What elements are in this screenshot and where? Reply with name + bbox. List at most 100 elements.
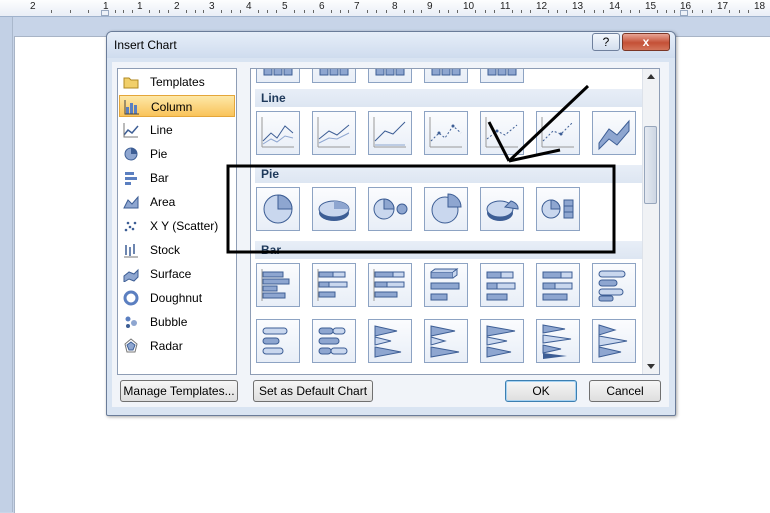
column-chart-option[interactable] bbox=[312, 69, 356, 83]
bar-chart-option[interactable] bbox=[536, 319, 580, 363]
column-chart-option[interactable] bbox=[480, 69, 524, 83]
ruler-tick bbox=[131, 10, 133, 13]
chart-type-area[interactable]: Area bbox=[119, 191, 235, 213]
line-chart-option[interactable] bbox=[536, 111, 580, 155]
column-chart-option[interactable] bbox=[368, 69, 412, 83]
ruler-tick bbox=[602, 10, 604, 13]
help-icon: ? bbox=[602, 35, 610, 49]
section-header-line: Line bbox=[255, 89, 642, 107]
ruler-tick bbox=[521, 10, 522, 13]
bar-chart-option[interactable] bbox=[424, 263, 468, 307]
bar-chart-option-icon bbox=[430, 268, 460, 301]
bar-chart-option[interactable] bbox=[256, 263, 300, 307]
ruler-tick bbox=[747, 10, 749, 13]
doughnut-chart-icon bbox=[123, 290, 139, 306]
chart-type-bubble[interactable]: Bubble bbox=[119, 311, 235, 333]
line-chart-option[interactable] bbox=[480, 111, 524, 155]
scroll-up-icon[interactable] bbox=[647, 74, 655, 79]
chart-type-x-y-scatter[interactable]: X Y (Scatter) bbox=[119, 215, 235, 237]
help-button[interactable]: ? bbox=[592, 33, 620, 51]
ruler-tick bbox=[692, 10, 694, 13]
ruler-tick bbox=[330, 10, 332, 13]
section-title: Line bbox=[261, 91, 286, 105]
column-chart-option-icon bbox=[375, 69, 405, 76]
section-header-pie: Pie bbox=[255, 165, 642, 183]
bar-chart-option[interactable] bbox=[536, 263, 580, 307]
pie-chart-option[interactable] bbox=[312, 187, 356, 231]
gallery-scrollbar[interactable] bbox=[642, 69, 659, 374]
chart-type-label: Bubble bbox=[150, 315, 188, 329]
bar-chart-option-icon bbox=[542, 271, 573, 301]
chart-type-label: Radar bbox=[150, 339, 183, 353]
bubble-chart-icon bbox=[125, 316, 137, 328]
chart-type-templates[interactable]: Templates bbox=[119, 71, 235, 93]
ruler-tick bbox=[530, 10, 531, 13]
pie-chart-option[interactable] bbox=[480, 187, 524, 231]
ruler-tick bbox=[493, 10, 495, 13]
pie-chart-option[interactable] bbox=[256, 187, 300, 231]
bar-chart-option[interactable] bbox=[480, 263, 524, 307]
pie-chart-option[interactable] bbox=[536, 187, 580, 231]
ruler-tick bbox=[448, 10, 449, 13]
bar-chart-option[interactable] bbox=[480, 319, 524, 363]
bar-chart-option-icon bbox=[598, 270, 626, 302]
bar-chart-option-icon bbox=[598, 324, 628, 358]
ruler-tick bbox=[376, 10, 377, 13]
bar-chart-option-icon bbox=[317, 269, 348, 301]
scroll-thumb[interactable] bbox=[644, 126, 657, 204]
manage-templates-button[interactable]: Manage Templates... bbox=[120, 380, 238, 402]
ruler-tick bbox=[194, 10, 196, 13]
pie-chart-option-icon bbox=[486, 200, 519, 221]
chart-type-label: Line bbox=[150, 123, 173, 137]
bar-chart-option-icon bbox=[542, 324, 572, 359]
bar-chart-option[interactable] bbox=[424, 319, 468, 363]
line-chart-option-icon bbox=[485, 117, 518, 148]
ruler-number: 11 bbox=[500, 1, 511, 12]
set-default-chart-button[interactable]: Set as Default Chart bbox=[253, 380, 373, 402]
chart-type-line[interactable]: Line bbox=[119, 119, 235, 141]
line-chart-option[interactable] bbox=[368, 111, 412, 155]
bar-chart-option[interactable] bbox=[312, 263, 356, 307]
ruler-tick bbox=[114, 10, 116, 13]
chart-type-radar[interactable]: Radar bbox=[119, 335, 235, 357]
bar-chart-option[interactable] bbox=[256, 319, 300, 363]
cancel-button[interactable]: Cancel bbox=[589, 380, 661, 402]
bar-chart-option[interactable] bbox=[312, 319, 356, 363]
ruler-tick bbox=[710, 10, 712, 13]
column-chart-option[interactable] bbox=[256, 69, 300, 83]
ruler-tick bbox=[566, 10, 567, 13]
chart-type-bar[interactable]: Bar bbox=[119, 167, 235, 189]
bar-chart-option[interactable] bbox=[368, 319, 412, 363]
close-icon: x bbox=[642, 35, 650, 49]
ok-button[interactable]: OK bbox=[505, 380, 577, 402]
scroll-down-icon[interactable] bbox=[647, 364, 655, 369]
chart-type-stock[interactable]: Stock bbox=[119, 239, 235, 261]
chart-type-doughnut[interactable]: Doughnut bbox=[119, 287, 235, 309]
line-chart-option[interactable] bbox=[424, 111, 468, 155]
indent-marker-right[interactable] bbox=[680, 10, 688, 16]
chart-type-surface[interactable]: Surface bbox=[119, 263, 235, 285]
chart-type-label: X Y (Scatter) bbox=[150, 219, 219, 233]
close-button[interactable]: x bbox=[622, 33, 670, 51]
line-chart-option[interactable] bbox=[592, 111, 636, 155]
pie-chart-option-icon bbox=[263, 194, 293, 224]
bar-chart-option[interactable] bbox=[592, 263, 636, 307]
chart-type-column[interactable]: Column bbox=[119, 95, 235, 117]
column-chart-option[interactable] bbox=[424, 69, 468, 83]
pie-chart-option[interactable] bbox=[424, 187, 468, 231]
vertical-ruler bbox=[0, 17, 13, 512]
line-chart-option[interactable] bbox=[256, 111, 300, 155]
area-chart-icon bbox=[123, 195, 139, 209]
ruler-tick bbox=[421, 10, 423, 13]
line-chart-option-icon bbox=[373, 117, 406, 148]
ruler-tick bbox=[276, 10, 277, 13]
dialog-title: Insert Chart bbox=[114, 38, 177, 52]
bar-chart-option[interactable] bbox=[368, 263, 412, 307]
bar-chart-option[interactable] bbox=[592, 319, 636, 363]
ruler-tick bbox=[69, 10, 71, 13]
line-chart-option[interactable] bbox=[312, 111, 356, 155]
pie-chart-option[interactable] bbox=[368, 187, 412, 231]
chart-type-pie[interactable]: Pie bbox=[119, 143, 235, 165]
bar-chart-option-icon bbox=[430, 325, 460, 358]
indent-marker-left[interactable] bbox=[101, 10, 109, 16]
